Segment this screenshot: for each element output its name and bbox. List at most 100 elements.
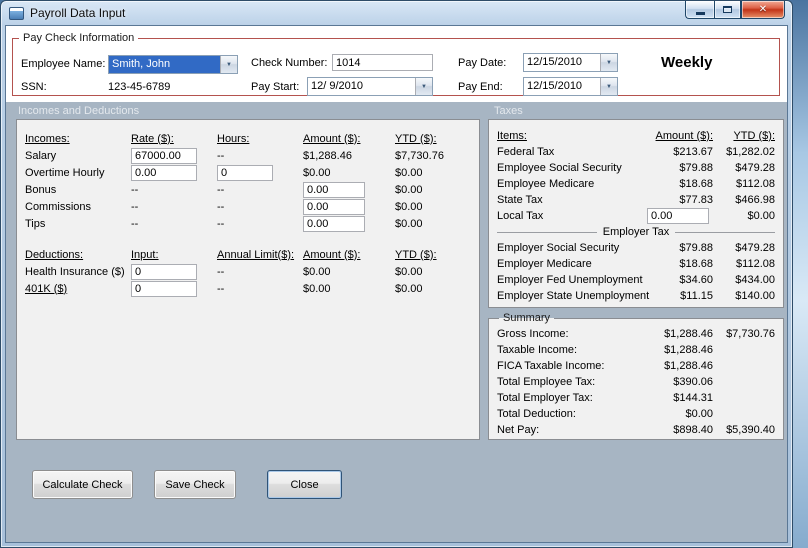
paycheck-info-legend: Pay Check Information xyxy=(23,32,135,44)
pay-frequency-label: Weekly xyxy=(661,54,713,71)
summary-cell: $0.00 xyxy=(685,408,713,420)
income-cell: $7,730.76 xyxy=(395,149,444,162)
summary-cell: $5,390.40 xyxy=(726,424,775,436)
salary-rate-input[interactable] xyxy=(131,147,197,164)
input-header: Input: xyxy=(131,248,159,261)
tips-amount-input[interactable] xyxy=(303,215,365,232)
tax-ytd-header: YTD ($): xyxy=(733,130,775,142)
tax-row-label: State Tax xyxy=(497,194,543,206)
tax-row-label: Employee Medicare xyxy=(497,178,595,190)
pay-end-label: Pay End: xyxy=(458,81,503,93)
ssn-label: SSN: xyxy=(21,81,47,93)
window-title: Payroll Data Input xyxy=(30,6,126,20)
tax-row-label: Federal Tax xyxy=(497,146,555,158)
summary-row-label: Total Employee Tax: xyxy=(497,376,596,388)
window-controls: ✕ xyxy=(685,1,785,19)
datepicker-dropdown-button[interactable]: ▼ xyxy=(600,54,617,71)
deductions-table: Deductions: Input: Annual Limit($): Amou… xyxy=(25,246,471,297)
tax-amount-header: Amount ($): xyxy=(655,130,713,142)
annual-limit-header: Annual Limit($): xyxy=(217,248,295,261)
summary-cell: $144.31 xyxy=(673,392,713,404)
client-area: Pay Check Information Employee Name: Smi… xyxy=(5,25,788,543)
deduction-cell: -- xyxy=(217,265,225,278)
employee-name-label: Employee Name: xyxy=(21,58,106,70)
items-header: Items: xyxy=(497,130,527,142)
tax-cell: $77.83 xyxy=(679,194,713,206)
pay-end-datepicker[interactable]: 12/15/2010 ▼ xyxy=(523,77,618,96)
incomes-table: Incomes: Rate ($): Hours: Amount ($): YT… xyxy=(25,130,471,232)
summary-row-label: FICA Taxable Income: xyxy=(497,360,605,372)
maximize-icon xyxy=(723,6,732,13)
deduction-cell: $0.00 xyxy=(395,265,423,278)
pay-start-value: 12/ 9/2010 xyxy=(308,78,415,95)
tax-row-label: Employer Fed Unemployment xyxy=(497,274,643,286)
summary-row-label: Net Pay: xyxy=(497,424,540,436)
chevron-down-icon: ▼ xyxy=(226,61,232,68)
deductions-header: Deductions: xyxy=(25,248,84,261)
summary-cell: $1,288.46 xyxy=(664,328,713,340)
overtime-rate-input[interactable] xyxy=(131,164,197,181)
health-insurance-input[interactable] xyxy=(131,263,197,280)
incomes-deductions-panel: Incomes: Rate ($): Hours: Amount ($): YT… xyxy=(16,119,480,440)
taxes-panel: Items: Amount ($): YTD ($): Federal Tax … xyxy=(488,119,784,308)
ytd-header: YTD ($): xyxy=(395,132,437,145)
tax-row-label: Local Tax xyxy=(497,210,544,222)
employer-tax-separator: Employer Tax xyxy=(497,223,775,241)
commissions-amount-input[interactable] xyxy=(303,198,365,215)
401k-input[interactable] xyxy=(131,280,197,297)
employee-name-selected: Smith, John xyxy=(109,56,220,73)
separator-line xyxy=(497,231,597,233)
check-number-input[interactable] xyxy=(332,54,433,71)
summary-legend: Summary xyxy=(503,312,551,324)
local-tax-input[interactable] xyxy=(647,208,709,224)
combo-dropdown-button[interactable]: ▼ xyxy=(220,56,237,73)
employer-tax-header: Employer Tax xyxy=(602,226,670,238)
employee-name-combobox[interactable]: Smith, John ▼ xyxy=(108,55,238,74)
income-cell: -- xyxy=(131,217,139,230)
income-cell: $0.00 xyxy=(395,217,423,230)
income-cell: -- xyxy=(217,217,225,230)
app-icon xyxy=(9,6,24,20)
income-cell: $0.00 xyxy=(303,166,331,179)
incomes-deductions-band-label: Incomes and Deductions xyxy=(18,105,140,117)
summary-cell: $390.06 xyxy=(673,376,713,388)
summary-cell: $898.40 xyxy=(673,424,713,436)
datepicker-dropdown-button[interactable]: ▼ xyxy=(415,78,432,95)
tax-cell: $79.88 xyxy=(679,242,713,254)
calculate-check-button[interactable]: Calculate Check xyxy=(32,470,133,499)
overtime-hours-input[interactable] xyxy=(217,164,273,181)
deduction-cell: $0.00 xyxy=(303,282,331,295)
tax-cell: $0.00 xyxy=(747,210,775,222)
tax-cell: $34.60 xyxy=(679,274,713,286)
tax-cell: $140.00 xyxy=(735,290,775,302)
summary-group: Summary Gross Income: $1,288.46 $7,730.7… xyxy=(488,312,784,440)
save-check-button[interactable]: Save Check xyxy=(154,470,236,499)
close-icon: ✕ xyxy=(758,3,768,15)
tax-cell: $1,282.02 xyxy=(726,146,775,158)
pay-date-datepicker[interactable]: 12/15/2010 ▼ xyxy=(523,53,618,72)
income-cell: -- xyxy=(217,149,225,162)
401k-link[interactable]: 401K ($) xyxy=(25,283,131,295)
income-cell: $0.00 xyxy=(395,200,423,213)
title-bar[interactable]: Payroll Data Input xyxy=(1,1,792,25)
summary-table: Gross Income: $1,288.46 $7,730.76 Taxabl… xyxy=(497,326,775,438)
ytd-header: YTD ($): xyxy=(395,248,437,261)
datepicker-dropdown-button[interactable]: ▼ xyxy=(600,78,617,95)
close-window-button[interactable]: ✕ xyxy=(741,1,785,19)
pay-start-datepicker[interactable]: 12/ 9/2010 ▼ xyxy=(307,77,433,96)
tax-cell: $18.68 xyxy=(679,178,713,190)
minimize-button[interactable] xyxy=(685,1,714,19)
maximize-button[interactable] xyxy=(714,1,741,19)
tax-cell: $434.00 xyxy=(735,274,775,286)
incomes-header: Incomes: xyxy=(25,132,70,145)
app-window: Payroll Data Input ✕ Pay Check Informati… xyxy=(0,0,793,548)
summary-cell: $1,288.46 xyxy=(664,344,713,356)
deduction-cell: $0.00 xyxy=(303,265,331,278)
summary-row-label: Total Deduction: xyxy=(497,408,576,420)
tax-cell: $479.28 xyxy=(735,162,775,174)
pay-end-value: 12/15/2010 xyxy=(524,78,600,95)
close-button[interactable]: Close xyxy=(267,470,342,499)
summary-row-label: Gross Income: xyxy=(497,328,569,340)
income-cell: -- xyxy=(131,200,139,213)
bonus-amount-input[interactable] xyxy=(303,181,365,198)
